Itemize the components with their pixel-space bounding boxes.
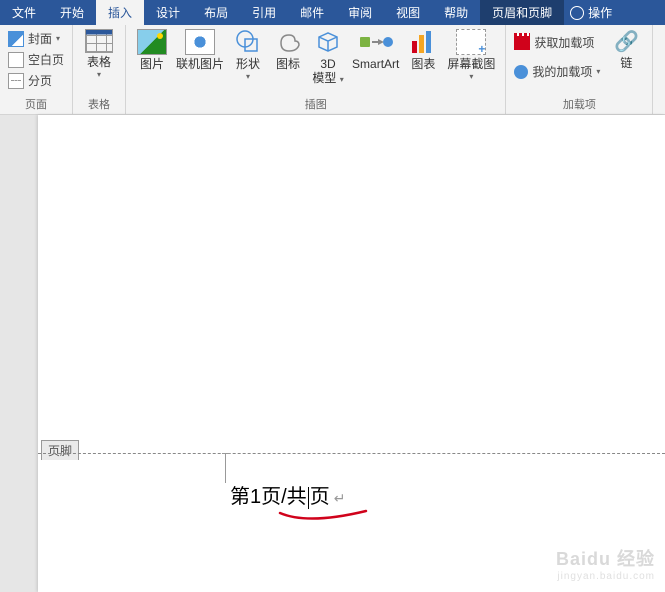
get-addins-label: 获取加载项: [534, 34, 594, 51]
workspace: 页脚 第1页/共页↵ Baidu 经验 jingyan.baidu.com: [0, 115, 665, 592]
table-icon: [85, 29, 113, 53]
tab-insert[interactable]: 插入: [96, 0, 144, 25]
chart-label: 图表: [411, 57, 435, 71]
online-picture-label: 联机图片: [176, 57, 224, 71]
tab-file[interactable]: 文件: [0, 0, 48, 25]
icons-button[interactable]: 图标图标 _: [268, 27, 308, 96]
group-pages: 封面 ▾ 空白页 分页 页面: [0, 25, 73, 114]
blank-page-button[interactable]: 空白页: [6, 50, 66, 69]
model-label: 模型: [312, 71, 336, 85]
blank-page-label: 空白页: [28, 51, 64, 68]
link-label: 链: [620, 56, 632, 70]
group-tables-label: 表格: [79, 96, 119, 114]
dropdown-icon: ▾: [469, 72, 473, 81]
tab-home[interactable]: 开始: [48, 0, 96, 25]
blank-page-icon: [8, 52, 24, 68]
cover-page-button[interactable]: 封面 ▾: [6, 29, 66, 48]
footer-text[interactable]: 第1页/共页↵: [230, 480, 345, 509]
tab-review[interactable]: 审阅: [336, 0, 384, 25]
icons-icon: [275, 29, 301, 55]
my-addins-label: 我的加载项: [532, 63, 592, 80]
group-tables: 表格 ▾ 表格: [73, 25, 126, 114]
tab-view[interactable]: 视图: [384, 0, 432, 25]
icons-label: 图标: [276, 57, 300, 71]
ribbon: 封面▾ 空白页 分页 页面 表格 ▾ 表格 图片 联机图片 形状▾: [0, 25, 665, 115]
link-button[interactable]: 🔗 链: [606, 27, 646, 96]
3d-label: 3D: [320, 57, 335, 71]
group-illustrations: 图片 联机图片 形状▾ 图标图标 _ 3D 模型 ▾ SmartArt: [126, 25, 506, 114]
dropdown-icon: ▾: [97, 70, 101, 79]
table-label: 表格: [87, 55, 111, 69]
watermark-main: Baidu 经验: [556, 549, 655, 569]
online-picture-button[interactable]: 联机图片: [172, 27, 228, 96]
smartart-label: SmartArt: [352, 57, 399, 71]
get-addins-button[interactable]: 获取加载项: [512, 33, 602, 52]
chart-icon: [410, 29, 436, 55]
store-icon: [514, 36, 530, 50]
screenshot-label: 屏幕截图: [447, 57, 495, 71]
group-addins-label: 加载项: [512, 96, 646, 114]
group-illustrations-label: 插图: [132, 96, 499, 114]
chart-button[interactable]: 图表: [403, 27, 443, 96]
footer-text-after: 页: [310, 486, 330, 508]
dropdown-icon: ▾: [340, 75, 344, 84]
my-addins-button[interactable]: 我的加载项 ▾: [512, 62, 602, 81]
picture-icon: [137, 29, 167, 55]
group-addins: 获取加载项 我的加载项 ▾ 🔗 链 加载项: [506, 25, 653, 114]
shapes-button[interactable]: 形状▾: [228, 27, 268, 96]
3d-model-button[interactable]: 3D 模型 ▾: [308, 27, 348, 96]
tab-header-footer[interactable]: 页眉和页脚: [480, 0, 564, 25]
screenshot-button[interactable]: 屏幕截图▾: [443, 27, 499, 96]
dropdown-icon: ▾: [56, 34, 60, 43]
smartart-icon: [358, 29, 394, 55]
shapes-label: 形状: [236, 57, 260, 71]
dropdown-icon: ▾: [596, 67, 600, 76]
screenshot-icon: [456, 29, 486, 55]
alignment-guide: [225, 453, 226, 483]
link-icon: 🔗: [614, 29, 639, 54]
page-break-button[interactable]: 分页: [6, 71, 66, 90]
tab-design[interactable]: 设计: [144, 0, 192, 25]
group-pages-label: 页面: [6, 96, 66, 114]
table-button[interactable]: 表格 ▾: [79, 27, 119, 96]
cube-icon: [315, 29, 341, 55]
ribbon-tabs: 文件 开始 插入 设计 布局 引用 邮件 审阅 视图 帮助 页眉和页脚 操作: [0, 0, 665, 25]
footer-region-label: 页脚: [41, 440, 79, 460]
tab-mailings[interactable]: 邮件: [288, 0, 336, 25]
tab-layout[interactable]: 布局: [192, 0, 240, 25]
smartart-button[interactable]: SmartArt: [348, 27, 403, 96]
cover-page-icon: [8, 31, 24, 47]
page-break-label: 分页: [28, 72, 52, 89]
page-break-icon: [8, 73, 24, 89]
footer-text-before: 第1页/共: [230, 486, 307, 508]
tell-me-label: 操作: [588, 4, 612, 21]
footer-boundary: [38, 453, 665, 454]
watermark: Baidu 经验 jingyan.baidu.com: [556, 545, 655, 582]
watermark-sub: jingyan.baidu.com: [556, 571, 655, 582]
shapes-icon: [235, 29, 261, 55]
picture-label: 图片: [140, 57, 164, 71]
picture-button[interactable]: 图片: [132, 27, 172, 96]
paragraph-mark-icon: ↵: [334, 490, 346, 506]
tell-me[interactable]: 操作: [564, 0, 618, 25]
tab-help[interactable]: 帮助: [432, 0, 480, 25]
gear-icon: [514, 65, 528, 79]
lightbulb-icon: [570, 6, 584, 20]
tab-references[interactable]: 引用: [240, 0, 288, 25]
dropdown-icon: ▾: [246, 72, 250, 81]
annotation-underline: [278, 507, 368, 525]
online-picture-icon: [185, 29, 215, 55]
cover-page-label: 封面: [28, 30, 52, 47]
